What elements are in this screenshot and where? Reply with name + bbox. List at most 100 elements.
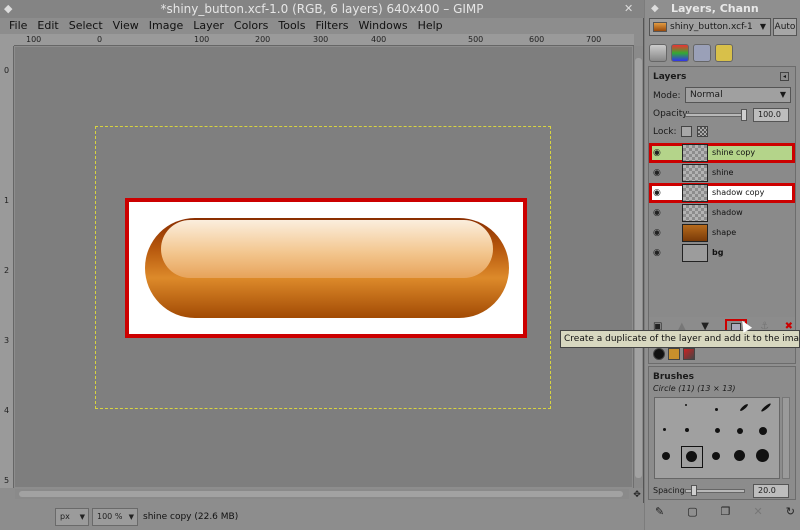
panel-menu-icon[interactable]: ◂ <box>780 72 789 81</box>
delete-brush-icon[interactable]: ✕ <box>754 505 763 521</box>
ruler-tick: 100 <box>194 35 210 44</box>
layer-row-shine-copy[interactable]: ◉ shine copy <box>649 143 795 163</box>
edit-brush-icon[interactable]: ✎ <box>655 505 664 521</box>
auto-button[interactable]: Auto <box>773 18 797 36</box>
brush-scrollbar[interactable] <box>782 397 790 479</box>
layer-row-shape[interactable]: ◉ shape <box>649 223 795 243</box>
brush-item[interactable] <box>685 428 689 432</box>
duplicate-brush-icon[interactable]: ❐ <box>721 505 731 521</box>
shiny-button-shape <box>145 218 509 318</box>
brush-item[interactable] <box>712 452 720 460</box>
menu-help[interactable]: Help <box>413 18 448 34</box>
refresh-brushes-icon[interactable]: ↻ <box>786 505 795 521</box>
menu-file[interactable]: File <box>4 18 32 34</box>
mode-select[interactable]: Normal ▼ <box>685 87 791 103</box>
brush-item[interactable] <box>759 427 767 435</box>
brush-grid[interactable] <box>654 397 780 479</box>
menu-image[interactable]: Image <box>144 18 188 34</box>
dock-menu-icon[interactable]: ◆ <box>651 3 659 14</box>
layer-row-shine[interactable]: ◉ shine <box>649 163 795 183</box>
navigate-icon[interactable]: ✥ <box>631 489 643 501</box>
brush-item[interactable] <box>662 452 670 460</box>
ruler-tick: 600 <box>529 35 545 44</box>
vertical-ruler[interactable]: 0 1 2 3 4 5 <box>0 46 14 488</box>
new-brush-icon[interactable]: ▢ <box>687 505 697 521</box>
menu-filters[interactable]: Filters <box>310 18 353 34</box>
zoom-select[interactable]: 100 % ▼ <box>92 508 138 526</box>
window-title: *shiny_button.xcf-1.0 (RGB, 6 layers) 64… <box>0 0 644 18</box>
opacity-slider[interactable] <box>685 113 747 117</box>
status-message: shine copy (22.6 MB) <box>143 512 239 522</box>
canvas-area[interactable] <box>15 47 632 487</box>
unit-select[interactable]: px ▼ <box>55 508 89 526</box>
brush-item[interactable] <box>756 449 769 462</box>
ruler-tick: 400 <box>371 35 387 44</box>
pattern-icon[interactable] <box>668 348 680 360</box>
opacity-spinner[interactable]: 100.0 <box>753 108 789 122</box>
paths-tab-icon[interactable] <box>693 44 711 62</box>
menu-layer[interactable]: Layer <box>188 18 229 34</box>
shiny-button-shine <box>161 220 493 278</box>
undo-history-tab-icon[interactable] <box>715 44 733 62</box>
layer-row-bg[interactable]: ◉ bg <box>649 243 795 263</box>
layer-name: shine copy <box>712 148 756 157</box>
layer-name: shape <box>712 228 737 237</box>
window-menu-icon[interactable]: ◆ <box>4 2 12 15</box>
ruler-corner-icon[interactable] <box>0 34 14 46</box>
channels-tab-icon[interactable] <box>671 44 689 62</box>
image-select[interactable]: shiny_button.xcf-1 ▼ <box>649 18 771 36</box>
brush-item[interactable] <box>685 404 687 406</box>
layers-panel: Layers ◂ Mode: Normal ▼ Opacity: 100.0 L… <box>648 66 796 364</box>
horizontal-scroll-thumb[interactable] <box>19 491 623 497</box>
panel-icons <box>653 348 695 360</box>
opacity-slider-handle[interactable] <box>741 109 747 121</box>
menu-colors[interactable]: Colors <box>229 18 273 34</box>
eye-icon[interactable]: ◉ <box>653 188 661 198</box>
eye-icon[interactable]: ◉ <box>653 208 661 218</box>
close-window-icon[interactable]: ✕ <box>624 2 633 15</box>
spacing-spinner[interactable]: 20.0 <box>753 484 789 498</box>
layer-row-shadow[interactable]: ◉ shadow <box>649 203 795 223</box>
ruler-tick: 300 <box>313 35 329 44</box>
ruler-tick: 100 <box>26 35 42 44</box>
eye-icon[interactable]: ◉ <box>653 168 661 178</box>
brush-item[interactable] <box>739 403 749 412</box>
status-bar: px ▼ 100 % ▼ shine copy (22.6 MB) <box>0 503 644 530</box>
selected-brush-label: Circle (11) (13 × 13) <box>653 384 736 393</box>
ruler-tick: 3 <box>4 336 10 345</box>
image-window: *shiny_button.xcf-1.0 (RGB, 6 layers) 64… <box>0 0 644 530</box>
vertical-scrollbar[interactable] <box>633 46 643 488</box>
layers-tab-icon[interactable] <box>649 44 667 62</box>
horizontal-scrollbar[interactable] <box>15 489 629 499</box>
brush-item[interactable] <box>734 450 745 461</box>
lock-alpha-checkbox[interactable] <box>697 126 708 137</box>
eye-icon[interactable]: ◉ <box>653 148 661 158</box>
menu-tools[interactable]: Tools <box>273 18 310 34</box>
brush-icon[interactable] <box>653 348 665 360</box>
brush-item[interactable] <box>663 428 666 431</box>
layers-list: ◉ shine copy ◉ shine ◉ shadow copy ◉ sha… <box>649 141 795 317</box>
brush-item[interactable] <box>715 408 718 411</box>
ruler-tick: 1 <box>4 196 10 205</box>
lock-pixels-checkbox[interactable] <box>681 126 692 137</box>
layer-name: shadow copy <box>712 188 765 197</box>
menu-select[interactable]: Select <box>64 18 108 34</box>
brush-item[interactable] <box>737 428 743 434</box>
layer-thumbnail <box>682 144 708 162</box>
brush-item[interactable] <box>760 402 772 413</box>
spacing-slider-handle[interactable] <box>691 485 697 496</box>
ruler-tick: 0 <box>4 66 10 75</box>
layer-thumbnail <box>682 204 708 222</box>
chevron-down-icon: ▼ <box>779 90 786 99</box>
gradient-icon[interactable] <box>683 348 695 360</box>
horizontal-ruler[interactable]: 100 0 100 200 300 400 500 600 700 <box>14 34 634 46</box>
eye-icon[interactable]: ◉ <box>653 248 661 258</box>
menu-edit[interactable]: Edit <box>32 18 63 34</box>
layer-thumbnail <box>682 224 708 242</box>
menu-view[interactable]: View <box>108 18 144 34</box>
brush-item[interactable] <box>715 428 720 433</box>
layer-row-shadow-copy[interactable]: ◉ shadow copy <box>649 183 795 203</box>
eye-icon[interactable]: ◉ <box>653 228 661 238</box>
vertical-scroll-thumb[interactable] <box>635 58 642 478</box>
menu-windows[interactable]: Windows <box>353 18 412 34</box>
